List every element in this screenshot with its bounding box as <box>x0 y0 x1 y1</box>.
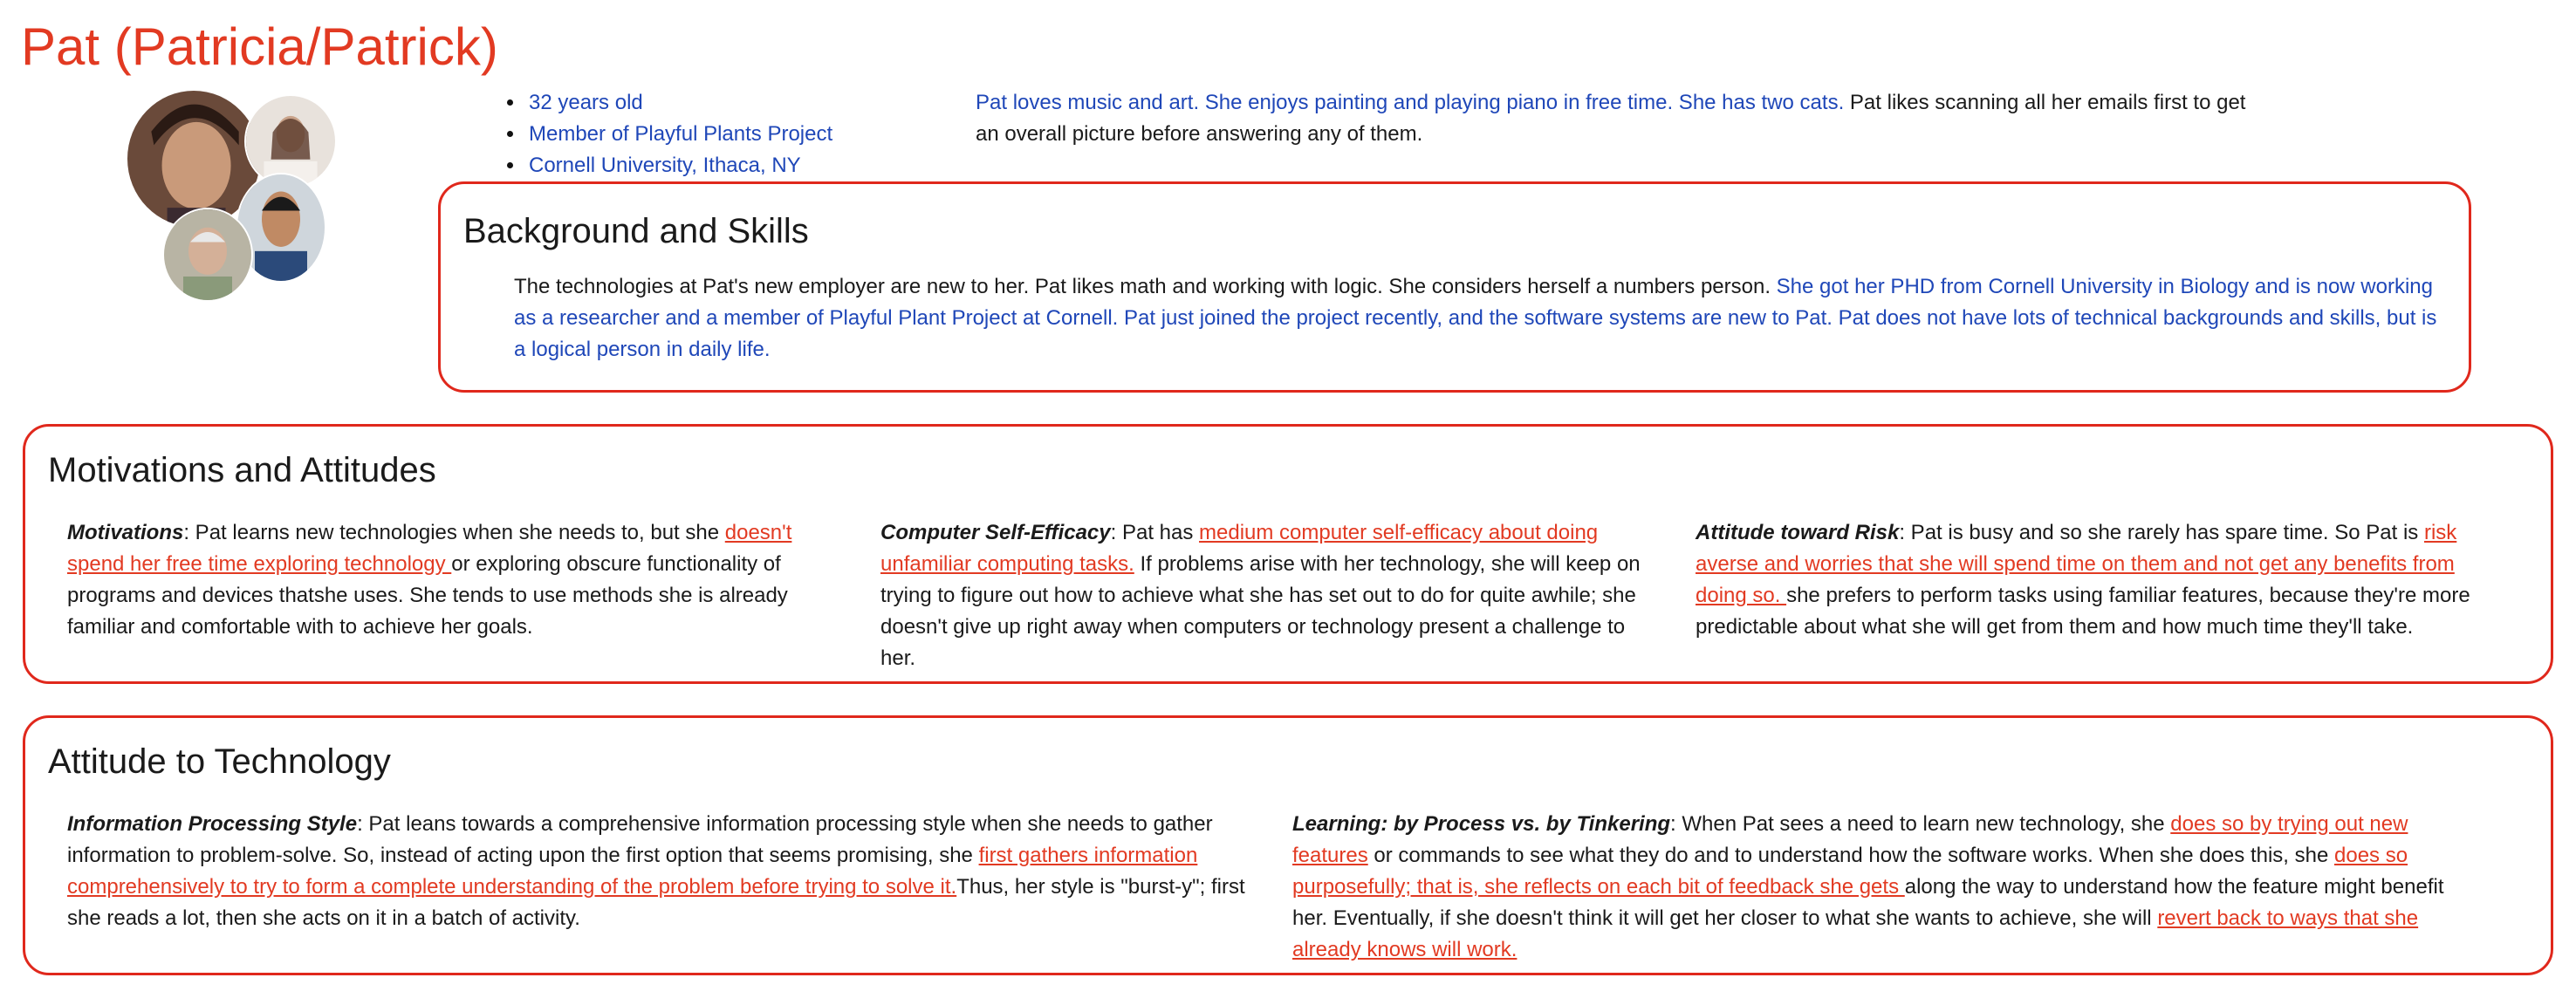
risk-label: Attitude toward Risk <box>1696 521 1900 544</box>
risk-attitude-paragraph: Attitude toward Risk: Pat is busy and so… <box>1696 521 2470 639</box>
motivations-label: Motivations <box>67 521 184 544</box>
fact-project: Member of Playful Plants Project <box>525 119 832 150</box>
background-plain: The technologies at Pat's new employer a… <box>514 275 1777 298</box>
learning-style-paragraph: Learning: by Process vs. by Tinkering: W… <box>1292 812 2444 961</box>
background-text: The technologies at Pat's new employer a… <box>514 271 2442 366</box>
older-man-photo <box>162 208 253 302</box>
persona-facts-list: 32 years old Member of Playful Plants Pr… <box>494 87 832 181</box>
background-skills-card: Background and Skills The technologies a… <box>438 181 2471 393</box>
technology-attitude-card: Attitude to Technology Information Proce… <box>23 715 2553 975</box>
persona-intro: Pat loves music and art. She enjoys pain… <box>976 87 2267 150</box>
intro-hobbies: Pat loves music and art. She enjoys pain… <box>976 91 1845 114</box>
background-title: Background and Skills <box>463 212 809 250</box>
fact-university: Cornell University, Ithaca, NY <box>525 150 832 181</box>
self-efficacy-label: Computer Self-Efficacy <box>880 521 1111 544</box>
persona-name: Pat (Patricia/Patrick) <box>21 17 498 76</box>
learning-label: Learning: by Process vs. by Tinkering <box>1292 812 1671 836</box>
motivations-paragraph: Motivations: Pat learns new technologies… <box>67 521 792 639</box>
motivations-card: Motivations and Attitudes Motivations: P… <box>23 424 2553 684</box>
info-processing-paragraph: Information Processing Style: Pat leans … <box>67 812 1245 930</box>
technology-title: Attitude to Technology <box>48 742 391 781</box>
self-efficacy-paragraph: Computer Self-Efficacy: Pat has medium c… <box>880 521 1641 670</box>
fact-age: 32 years old <box>525 87 832 119</box>
info-processing-label: Information Processing Style <box>67 812 358 836</box>
persona-photo-collage <box>122 85 349 304</box>
motivations-title: Motivations and Attitudes <box>48 451 436 489</box>
